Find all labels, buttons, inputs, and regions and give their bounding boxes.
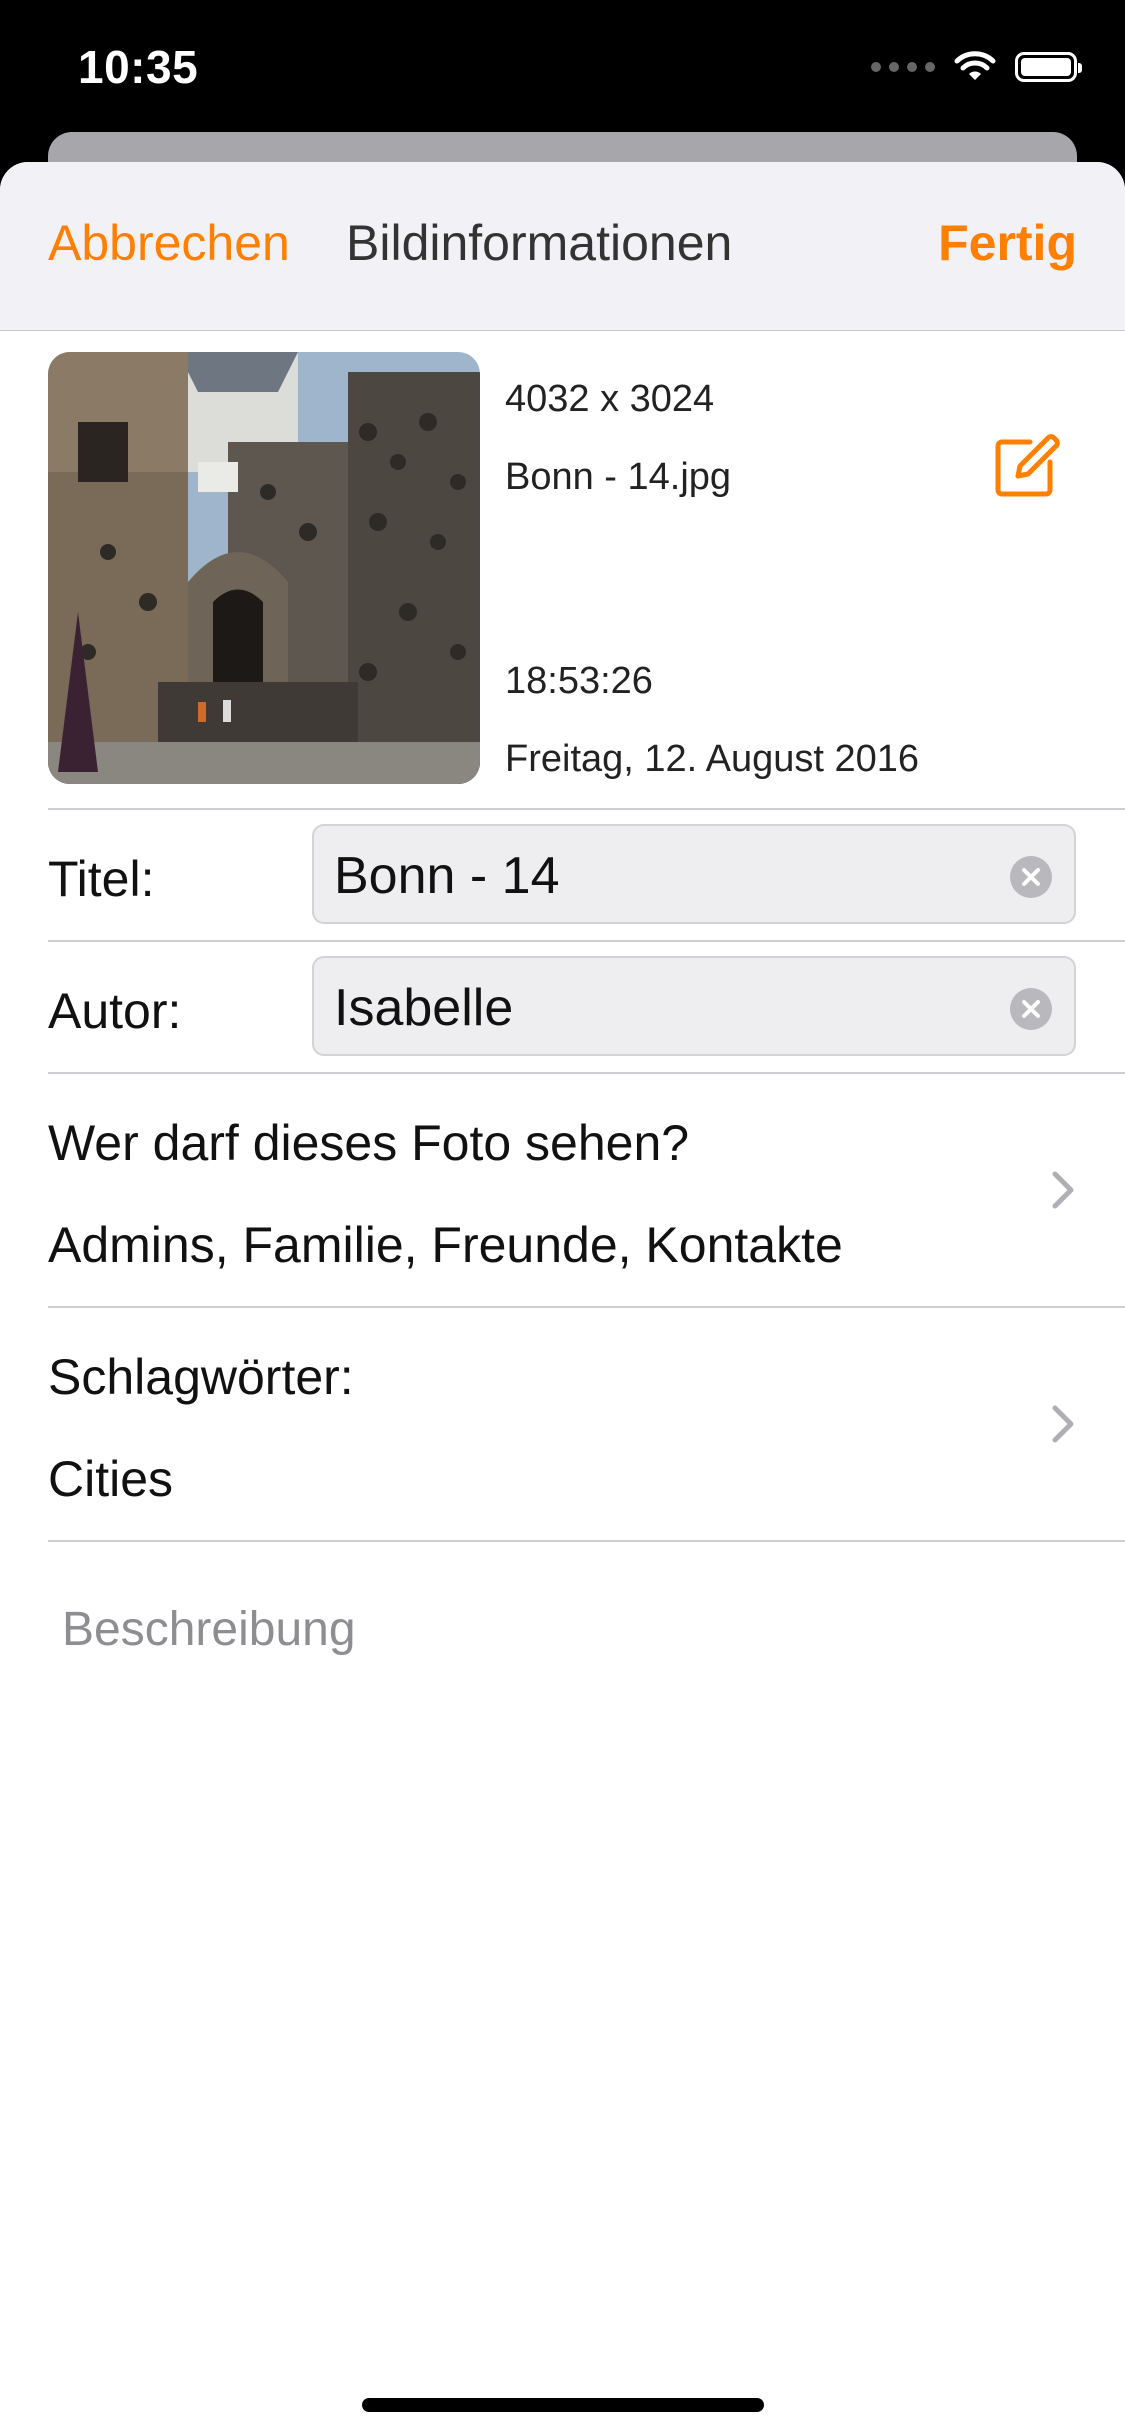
title-value: Bonn - 14 xyxy=(334,847,560,905)
title-row: Titel: Bonn - 14 xyxy=(0,810,1125,940)
clear-icon xyxy=(1022,868,1040,886)
tags-label: Schlagwörter: xyxy=(48,1349,354,1405)
privacy-label: Wer darf dieses Foto sehen? xyxy=(48,1115,690,1171)
status-icons xyxy=(871,50,1082,84)
title-input[interactable]: Bonn - 14 xyxy=(312,824,1076,924)
description-input[interactable]: Beschreibung xyxy=(62,1602,356,1657)
tags-cell[interactable]: Schlagwörter: Cities xyxy=(0,1308,1125,1540)
square-pencil-icon[interactable] xyxy=(990,430,1062,502)
photo-date: Freitag, 12. August 2016 xyxy=(505,738,920,780)
done-button[interactable]: Fertig xyxy=(938,214,1077,272)
clear-title-button[interactable] xyxy=(1010,856,1052,898)
author-value: Isabelle xyxy=(334,979,514,1037)
image-info-sheet: Abbrechen Bildinformationen Fertig 4032 … xyxy=(0,162,1125,2436)
tags-value: Cities xyxy=(48,1451,174,1507)
wifi-icon xyxy=(954,51,996,80)
photo-time: 18:53:26 xyxy=(505,660,653,702)
photo-filename: Bonn - 14.jpg xyxy=(505,456,732,498)
cancel-button[interactable]: Abbrechen xyxy=(48,214,290,272)
clear-author-button[interactable] xyxy=(1010,988,1052,1030)
author-label: Autor: xyxy=(48,983,182,1039)
chevron-right-icon xyxy=(1052,1405,1074,1443)
signal-icon xyxy=(871,62,935,72)
privacy-value: Admins, Familie, Freunde, Kontakte xyxy=(48,1217,843,1273)
photo-info-block: 4032 x 3024 Bonn - 14.jpg 18:53:26 Freit… xyxy=(0,330,1125,808)
photo-thumbnail[interactable] xyxy=(48,352,480,784)
privacy-cell[interactable]: Wer darf dieses Foto sehen? Admins, Fami… xyxy=(0,1074,1125,1306)
chevron-right-icon xyxy=(1052,1171,1074,1209)
battery-icon xyxy=(1015,52,1082,82)
photo-dimensions: 4032 x 3024 xyxy=(505,378,715,420)
author-row: Autor: Isabelle xyxy=(0,942,1125,1072)
navigation-bar: Abbrechen Bildinformationen Fertig xyxy=(0,162,1125,331)
home-indicator xyxy=(362,2398,764,2412)
status-time: 10:35 xyxy=(78,41,199,93)
clear-icon xyxy=(1022,1000,1040,1018)
status-bar: 10:35 xyxy=(0,0,1125,132)
title-label: Titel: xyxy=(48,851,155,907)
author-input[interactable]: Isabelle xyxy=(312,956,1076,1056)
divider xyxy=(48,1540,1125,1542)
page-title: Bildinformationen xyxy=(346,215,733,271)
